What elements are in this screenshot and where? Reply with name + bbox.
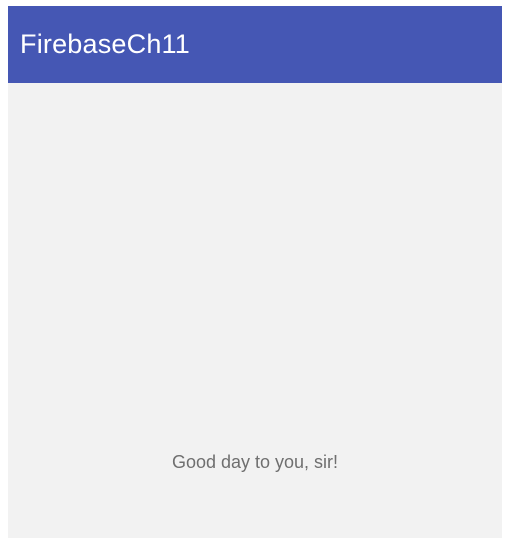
app-bar: FirebaseCh11 <box>8 6 502 83</box>
greeting-text: Good day to you, sir! <box>171 452 339 472</box>
app-window: FirebaseCh11 Good day to you, sir! <box>8 6 502 538</box>
content-area: Good day to you, sir! <box>8 83 502 538</box>
app-title: FirebaseCh11 <box>20 29 190 59</box>
